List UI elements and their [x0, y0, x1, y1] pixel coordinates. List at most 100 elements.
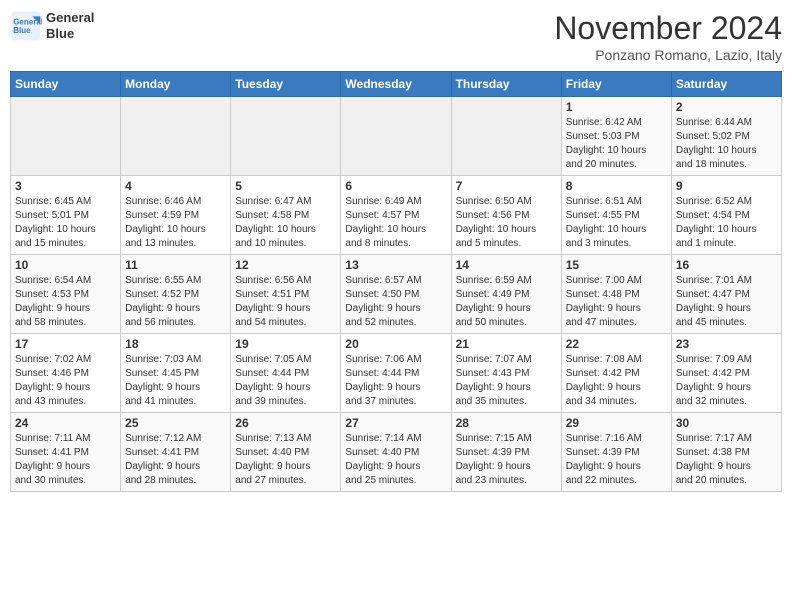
calendar-cell: 17 Sunrise: 7:02 AMSunset: 4:46 PMDayligh… [11, 334, 121, 413]
day-info: Sunrise: 7:02 AMSunset: 4:46 PMDaylight:… [15, 353, 116, 409]
day-info: Sunrise: 7:01 AMSunset: 4:47 PMDaylight:… [676, 274, 777, 330]
day-number: 11 [125, 258, 226, 272]
day-number: 24 [15, 416, 116, 430]
day-info: Sunrise: 6:44 AMSunset: 5:02 PMDaylight:… [676, 116, 777, 172]
day-info: Sunrise: 7:09 AMSunset: 4:42 PMDaylight:… [676, 353, 777, 409]
day-number: 2 [676, 100, 777, 114]
calendar-cell: 4Sunrise: 6:46 AMSunset: 4:59 PMDaylight… [121, 176, 231, 255]
day-info: Sunrise: 7:03 AMSunset: 4:45 PMDaylight:… [125, 353, 226, 409]
calendar-cell: 13 Sunrise: 6:57 AMSunset: 4:50 PMDayligh… [341, 255, 451, 334]
day-number: 14 [456, 258, 557, 272]
calendar-cell [451, 97, 561, 176]
calendar-week-2: 3 Sunrise: 6:45 AMSunset: 5:01 PMDaylight… [11, 176, 782, 255]
day-number: 8 [566, 179, 667, 193]
day-number: 17 [15, 337, 116, 351]
day-number: 3 [15, 179, 116, 193]
calendar-week-1: 1 Sunrise: 6:42 AMSunset: 5:03 PMDaylight… [11, 97, 782, 176]
day-number: 20 [345, 337, 446, 351]
day-number: 10 [15, 258, 116, 272]
day-number: 7 [456, 179, 557, 193]
page-header: General Blue General Blue November 2024 … [10, 10, 782, 63]
calendar-body: 1 Sunrise: 6:42 AMSunset: 5:03 PMDaylight… [11, 97, 782, 492]
calendar-table: SundayMondayTuesdayWednesdayThursdayFrid… [10, 71, 782, 492]
calendar-cell: 29 Sunrise: 7:16 AMSunset: 4:39 PMDayligh… [561, 413, 671, 492]
calendar-cell: 10 Sunrise: 6:54 AMSunset: 4:53 PMDayligh… [11, 255, 121, 334]
calendar-cell: 24 Sunrise: 7:11 AMSunset: 4:41 PMDayligh… [11, 413, 121, 492]
calendar-header: SundayMondayTuesdayWednesdayThursdayFrid… [11, 72, 782, 97]
weekday-header-tuesday: Tuesday [231, 72, 341, 97]
day-info: Sunrise: 7:06 AMSunset: 4:44 PMDaylight:… [345, 353, 446, 409]
calendar-cell: 9Sunrise: 6:52 AMSunset: 4:54 PMDaylight… [671, 176, 781, 255]
day-number: 27 [345, 416, 446, 430]
weekday-header-sunday: Sunday [11, 72, 121, 97]
weekday-header-monday: Monday [121, 72, 231, 97]
day-info: Sunrise: 7:14 AMSunset: 4:40 PMDaylight:… [345, 432, 446, 488]
day-info: Sunrise: 6:55 AMSunset: 4:52 PMDaylight:… [125, 274, 226, 330]
day-info: Sunrise: 7:05 AMSunset: 4:44 PMDaylight:… [235, 353, 336, 409]
calendar-cell: 1 Sunrise: 6:42 AMSunset: 5:03 PMDaylight… [561, 97, 671, 176]
weekday-header-row: SundayMondayTuesdayWednesdayThursdayFrid… [11, 72, 782, 97]
calendar-cell [121, 97, 231, 176]
day-number: 12 [235, 258, 336, 272]
calendar-cell [341, 97, 451, 176]
day-number: 6 [345, 179, 446, 193]
day-info: Sunrise: 7:16 AMSunset: 4:39 PMDaylight:… [566, 432, 667, 488]
day-info: Sunrise: 6:54 AMSunset: 4:53 PMDaylight:… [15, 274, 116, 330]
calendar-week-5: 24 Sunrise: 7:11 AMSunset: 4:41 PMDayligh… [11, 413, 782, 492]
day-info: Sunrise: 7:07 AMSunset: 4:43 PMDaylight:… [456, 353, 557, 409]
calendar-cell: 15 Sunrise: 7:00 AMSunset: 4:48 PMDayligh… [561, 255, 671, 334]
day-info: Sunrise: 7:11 AMSunset: 4:41 PMDaylight:… [15, 432, 116, 488]
calendar-cell: 14 Sunrise: 6:59 AMSunset: 4:49 PMDayligh… [451, 255, 561, 334]
weekday-header-saturday: Saturday [671, 72, 781, 97]
calendar-cell: 26Sunrise: 7:13 AMSunset: 4:40 PMDayligh… [231, 413, 341, 492]
day-info: Sunrise: 6:51 AMSunset: 4:55 PMDaylight:… [566, 195, 667, 251]
day-number: 15 [566, 258, 667, 272]
calendar-cell: 21Sunrise: 7:07 AMSunset: 4:43 PMDayligh… [451, 334, 561, 413]
logo-icon: General Blue [10, 10, 42, 42]
day-info: Sunrise: 6:57 AMSunset: 4:50 PMDaylight:… [345, 274, 446, 330]
calendar-week-3: 10 Sunrise: 6:54 AMSunset: 4:53 PMDayligh… [11, 255, 782, 334]
day-number: 29 [566, 416, 667, 430]
day-number: 26 [235, 416, 336, 430]
day-info: Sunrise: 7:08 AMSunset: 4:42 PMDaylight:… [566, 353, 667, 409]
day-info: Sunrise: 6:59 AMSunset: 4:49 PMDaylight:… [456, 274, 557, 330]
day-info: Sunrise: 6:45 AMSunset: 5:01 PMDaylight:… [15, 195, 116, 251]
day-number: 25 [125, 416, 226, 430]
day-number: 16 [676, 258, 777, 272]
logo-text: General Blue [46, 10, 94, 41]
day-number: 13 [345, 258, 446, 272]
calendar-cell: 7 Sunrise: 6:50 AMSunset: 4:56 PMDaylight… [451, 176, 561, 255]
location: Ponzano Romano, Lazio, Italy [554, 47, 782, 63]
day-number: 28 [456, 416, 557, 430]
day-number: 1 [566, 100, 667, 114]
day-number: 4 [125, 179, 226, 193]
svg-text:Blue: Blue [13, 26, 31, 35]
logo: General Blue General Blue [10, 10, 94, 42]
day-number: 5 [235, 179, 336, 193]
calendar-cell: 18 Sunrise: 7:03 AMSunset: 4:45 PMDayligh… [121, 334, 231, 413]
calendar-cell: 22Sunrise: 7:08 AMSunset: 4:42 PMDayligh… [561, 334, 671, 413]
day-number: 18 [125, 337, 226, 351]
day-info: Sunrise: 6:49 AMSunset: 4:57 PMDaylight:… [345, 195, 446, 251]
day-info: Sunrise: 7:15 AMSunset: 4:39 PMDaylight:… [456, 432, 557, 488]
day-number: 23 [676, 337, 777, 351]
calendar-cell: 27 Sunrise: 7:14 AMSunset: 4:40 PMDayligh… [341, 413, 451, 492]
month-title: November 2024 [554, 10, 782, 47]
calendar-cell: 16 Sunrise: 7:01 AMSunset: 4:47 PMDayligh… [671, 255, 781, 334]
calendar-cell [231, 97, 341, 176]
calendar-cell: 2 Sunrise: 6:44 AMSunset: 5:02 PMDaylight… [671, 97, 781, 176]
calendar-week-4: 17 Sunrise: 7:02 AMSunset: 4:46 PMDayligh… [11, 334, 782, 413]
calendar-cell: 23 Sunrise: 7:09 AMSunset: 4:42 PMDayligh… [671, 334, 781, 413]
day-info: Sunrise: 7:00 AMSunset: 4:48 PMDaylight:… [566, 274, 667, 330]
day-info: Sunrise: 7:12 AMSunset: 4:41 PMDaylight:… [125, 432, 226, 488]
weekday-header-wednesday: Wednesday [341, 72, 451, 97]
calendar-cell: 8 Sunrise: 6:51 AMSunset: 4:55 PMDaylight… [561, 176, 671, 255]
day-info: Sunrise: 6:50 AMSunset: 4:56 PMDaylight:… [456, 195, 557, 251]
day-info: Sunrise: 6:47 AMSunset: 4:58 PMDaylight:… [235, 195, 336, 251]
calendar-cell: 5 Sunrise: 6:47 AMSunset: 4:58 PMDaylight… [231, 176, 341, 255]
day-info: Sunrise: 6:42 AMSunset: 5:03 PMDaylight:… [566, 116, 667, 172]
day-info: Sunrise: 7:17 AMSunset: 4:38 PMDaylight:… [676, 432, 777, 488]
title-block: November 2024 Ponzano Romano, Lazio, Ita… [554, 10, 782, 63]
calendar-cell [11, 97, 121, 176]
weekday-header-thursday: Thursday [451, 72, 561, 97]
